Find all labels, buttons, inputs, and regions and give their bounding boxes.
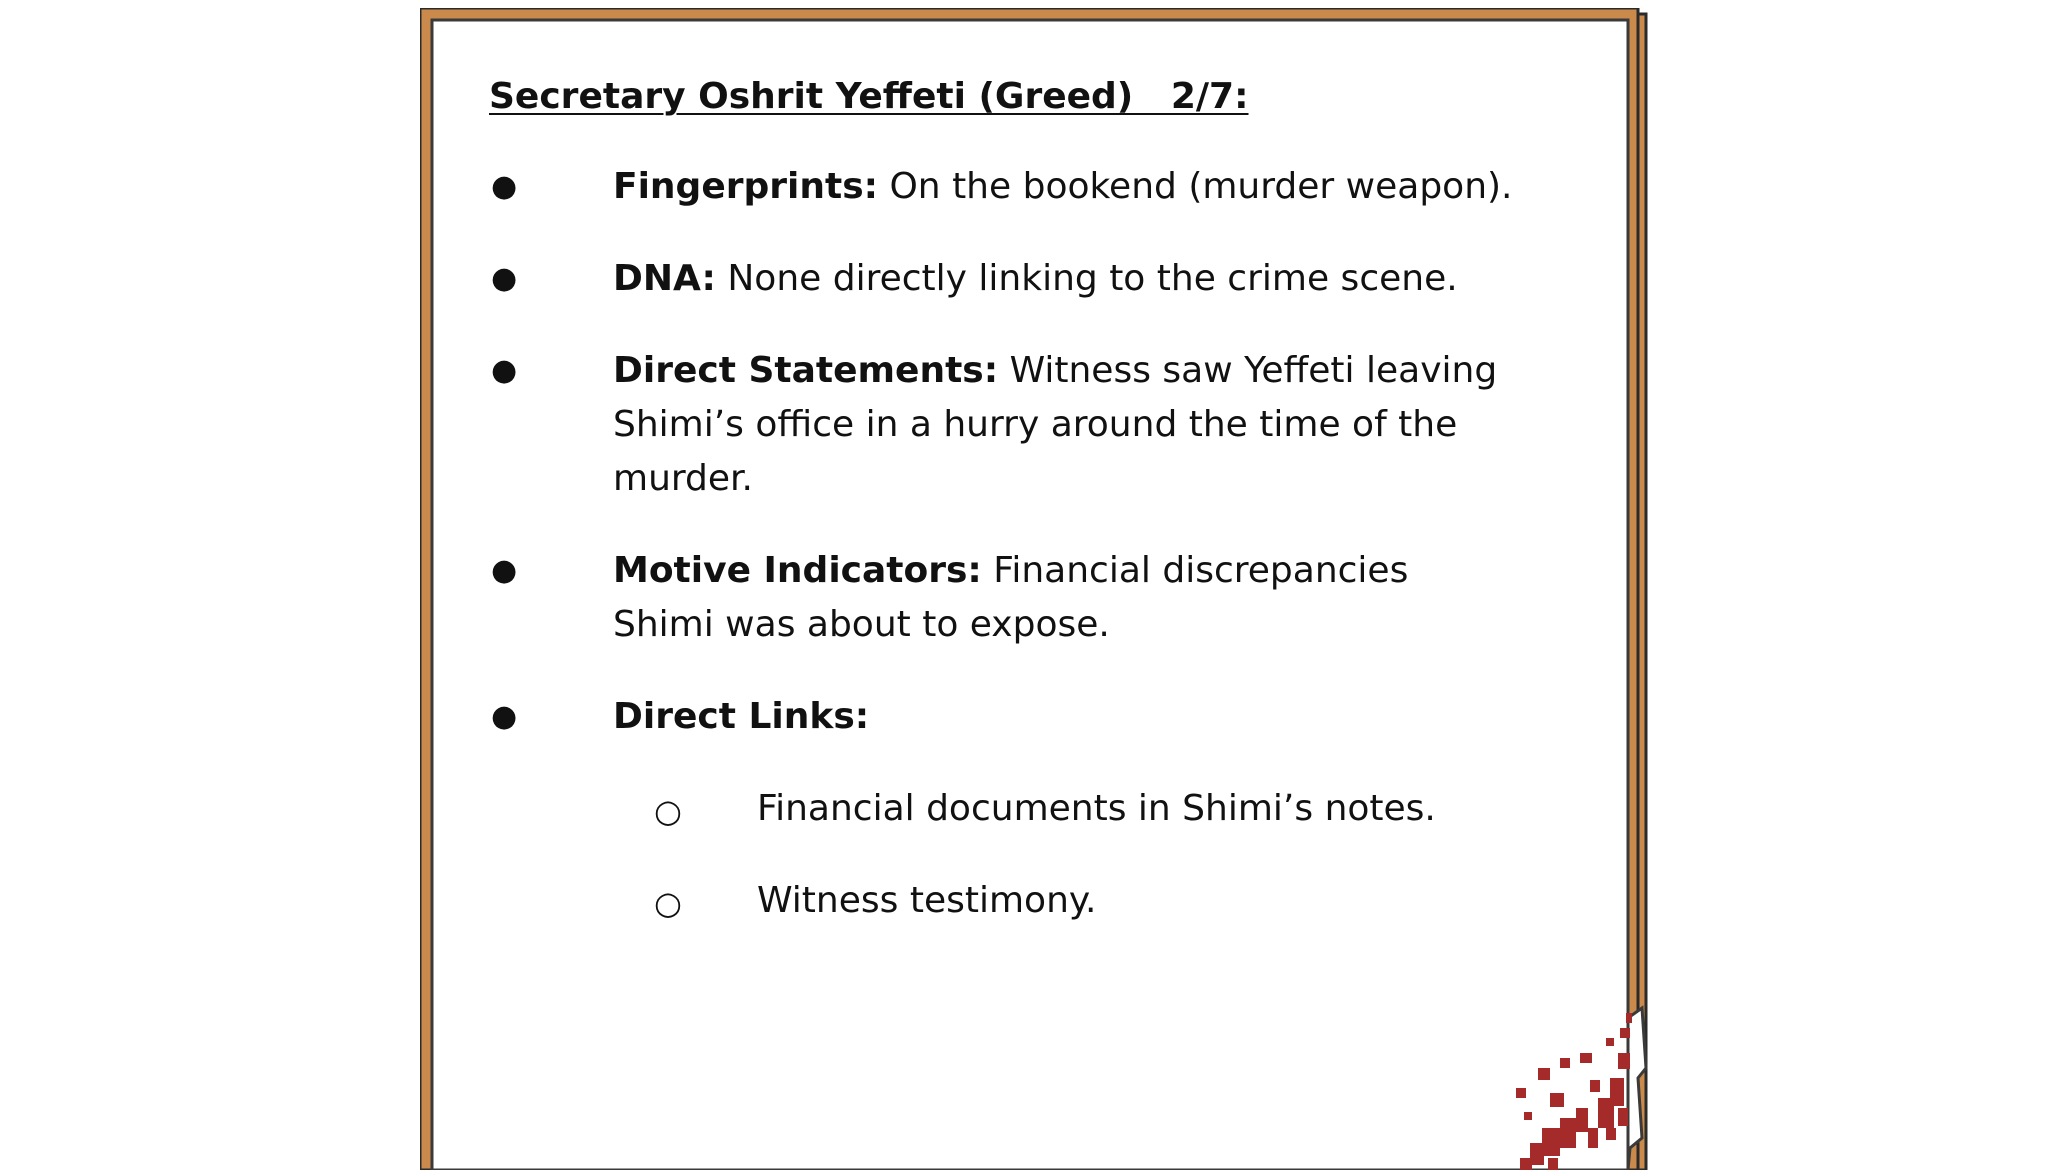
- evidence-card: Secretary Oshrit Yeffeti (Greed) 2/7: ● …: [489, 72, 1549, 928]
- direct-link-item: ○ Witness testimony.: [489, 874, 1549, 928]
- evidence-item-fingerprints: ● Fingerprints: On the bookend (murder w…: [489, 160, 1513, 214]
- evidence-label: Direct Links:: [613, 696, 870, 737]
- evidence-text: None directly linking to the crime scene…: [715, 258, 1458, 299]
- evidence-label: Motive Indicators:: [613, 550, 982, 591]
- direct-link-text: Witness testimony.: [757, 880, 1097, 921]
- suspect-title: Secretary Oshrit Yeffeti (Greed) 2/7:: [489, 76, 1249, 117]
- evidence-label: Direct Statements:: [613, 350, 999, 391]
- evidence-item-dna: ● DNA: None directly linking to the crim…: [489, 252, 1513, 306]
- bullet-icon: ●: [491, 353, 518, 388]
- evidence-text: On the bookend (murder weapon).: [878, 166, 1513, 207]
- evidence-label: DNA:: [613, 258, 716, 299]
- hollow-bullet-icon: ○: [654, 792, 682, 830]
- direct-link-text: Financial documents in Shimi’s notes.: [757, 788, 1436, 829]
- direct-link-item: ○ Financial documents in Shimi’s notes.: [489, 782, 1549, 836]
- bullet-icon: ●: [491, 261, 518, 296]
- bullet-icon: ●: [491, 553, 518, 588]
- direct-links-list: ○ Financial documents in Shimi’s notes. …: [489, 782, 1549, 928]
- hollow-bullet-icon: ○: [654, 884, 682, 922]
- evidence-item-direct-statements: ● Direct Statements: Witness saw Yeffeti…: [489, 344, 1513, 506]
- evidence-list: ● Fingerprints: On the bookend (murder w…: [489, 160, 1549, 744]
- bullet-icon: ●: [491, 169, 518, 204]
- evidence-item-direct-links: ● Direct Links:: [489, 690, 1513, 744]
- evidence-item-motive-indicators: ● Motive Indicators: Financial discrepan…: [489, 544, 1513, 652]
- bullet-icon: ●: [491, 699, 518, 734]
- evidence-label: Fingerprints:: [613, 166, 879, 207]
